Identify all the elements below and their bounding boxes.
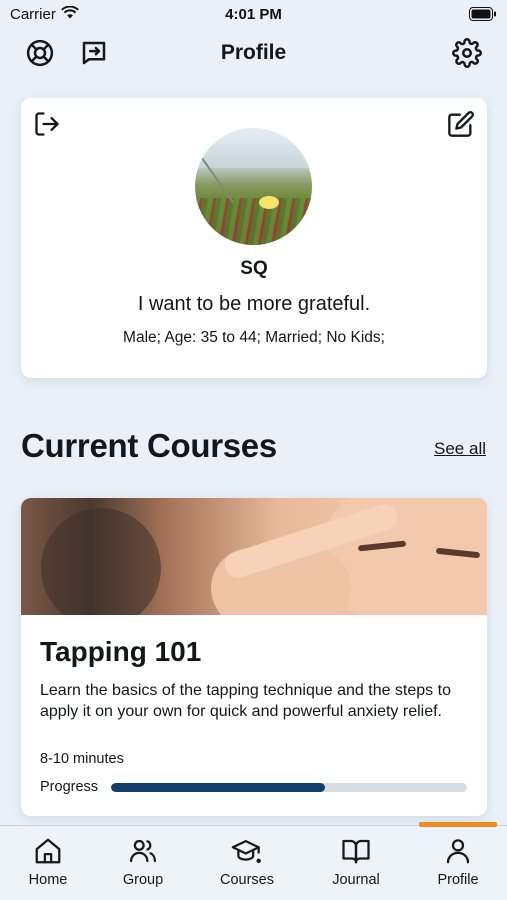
progress-bar (111, 783, 467, 792)
settings-button[interactable] (450, 36, 484, 70)
page-title: Profile (220, 41, 287, 64)
active-tab-indicator (419, 822, 497, 827)
battery-icon (469, 7, 497, 25)
see-all-link[interactable]: See all (434, 439, 486, 459)
tab-bar: Home Group Courses Journal Profile (0, 822, 507, 900)
group-icon (130, 839, 156, 863)
status-bar: Carrier 4:01 PM (0, 0, 507, 28)
home-icon (35, 838, 61, 864)
progress-fill (111, 783, 325, 792)
course-image (21, 498, 487, 615)
tab-group[interactable]: Group (103, 836, 183, 892)
user-icon (446, 839, 470, 864)
graduation-cap-icon (231, 840, 261, 864)
course-duration: 8-10 minutes (40, 751, 124, 767)
section-title: Current Courses (21, 427, 277, 464)
gear-icon (452, 38, 482, 68)
edit-profile-button[interactable] (443, 106, 479, 142)
course-card[interactable]: Tapping 101 Learn the basics of the tapp… (21, 498, 487, 816)
tab-home[interactable]: Home (8, 836, 88, 892)
profile-goal: I want to be more grateful. (137, 293, 371, 315)
profile-demographics: Male; Age: 35 to 44; Married; No Kids; (123, 329, 385, 346)
tab-courses[interactable]: Courses (207, 836, 287, 892)
edit-icon (448, 111, 474, 137)
tab-label: Profile (437, 872, 479, 888)
logout-icon (35, 112, 59, 136)
profile-card: SQ I want to be more grateful. Male; Age… (21, 98, 487, 378)
course-title: Tapping 101 (40, 636, 202, 667)
avatar (195, 128, 312, 245)
tab-profile[interactable]: Profile (418, 836, 498, 892)
tab-label: Journal (332, 872, 380, 888)
tab-label: Courses (220, 872, 274, 888)
top-header: Profile (0, 30, 507, 76)
profile-name: SQ (240, 258, 268, 279)
logout-button[interactable] (29, 106, 65, 142)
clock: 4:01 PM (225, 6, 282, 23)
course-description: Learn the basics of the tapping techniqu… (40, 682, 451, 720)
progress-label: Progress (40, 779, 99, 795)
tab-label: Group (122, 872, 164, 888)
book-icon (342, 839, 370, 864)
tab-label: Home (28, 872, 68, 888)
tab-journal[interactable]: Journal (316, 836, 396, 892)
